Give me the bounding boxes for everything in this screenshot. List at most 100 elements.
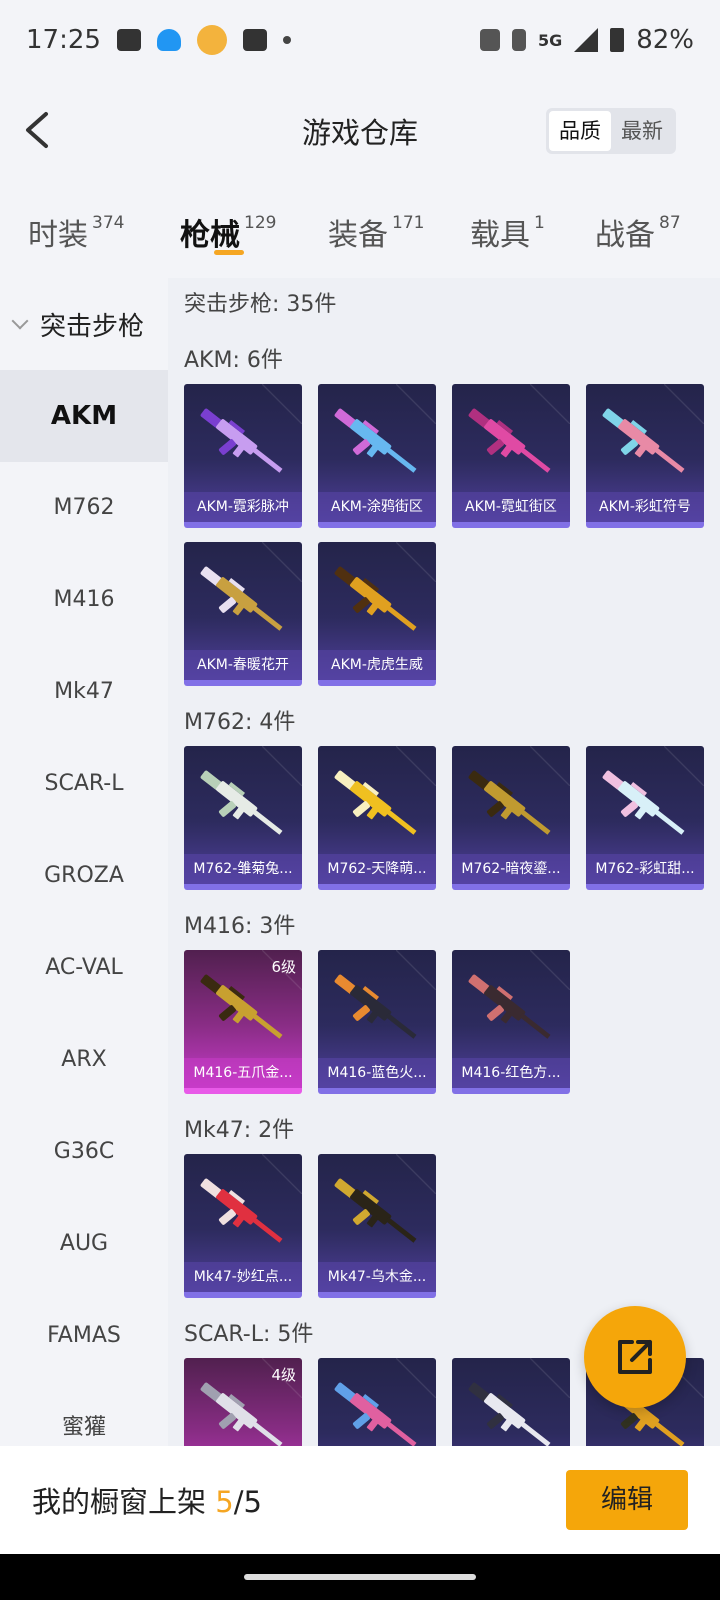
- weapon-skin-image: [200, 408, 283, 473]
- weapon-card[interactable]: AKM-彩虹符号: [586, 384, 704, 528]
- weapon-card[interactable]: M762-雏菊兔...: [184, 746, 302, 890]
- weapon-card[interactable]: 4级: [184, 1358, 302, 1446]
- status-time: 17:25: [26, 25, 101, 55]
- sidebar-group-label: 突击步枪: [40, 311, 145, 342]
- weapon-skin-image: [200, 770, 283, 835]
- inventory-content: 突击步枪: 35件 AKM: 6件 AKM-霓彩脉冲 AKM-涂鸦街区 AKM-霓虹街…: [168, 278, 720, 1446]
- weapon-skin-image: [334, 408, 417, 473]
- tab-fashion[interactable]: 时装 374: [28, 210, 124, 254]
- share-external-icon: [618, 1340, 652, 1374]
- tab-label: 时装: [28, 218, 88, 253]
- sidebar-item-groza[interactable]: GROZA: [0, 830, 168, 922]
- sidebar-item-g36c[interactable]: G36C: [0, 1106, 168, 1198]
- sidebar-item-akm[interactable]: AKM: [0, 370, 168, 462]
- weapon-skin-image: [468, 408, 551, 473]
- sidebar-item-ac-val[interactable]: AC-VAL: [0, 922, 168, 1014]
- battery-icon: [610, 28, 625, 52]
- sections: AKM: 6件 AKM-霓彩脉冲 AKM-涂鸦街区 AKM-霓虹街区 AKM-彩虹符号 A…: [184, 338, 720, 1446]
- showcase-bar: 我的橱窗上架 5/5 编辑: [0, 1446, 720, 1554]
- section-title: Mk47: 2件: [184, 1118, 295, 1143]
- category-tabs: 时装 374 枪械 129 装备 171 载具 1 战备 87: [0, 180, 720, 278]
- qq-icon: [156, 29, 181, 51]
- weapon-level-badge: 6级: [271, 958, 296, 976]
- weapon-card[interactable]: Mk47-乌木金...: [318, 1154, 436, 1298]
- sidebar-list: AKM M762 M416 Mk47 SCAR-L GROZA AC-VAL ARX G36C A…: [0, 370, 168, 1446]
- weapon-skin-image: [468, 770, 551, 835]
- message-icon: [116, 29, 141, 51]
- tab-label: 枪械: [180, 218, 240, 253]
- sidebar-item-m416[interactable]: M416: [0, 554, 168, 646]
- weapon-skin-image: [334, 1382, 417, 1446]
- weapon-card[interactable]: M762-暗夜鎏...: [452, 746, 570, 890]
- weapon-skin-image: [602, 770, 685, 835]
- weapon-skin-image: [200, 1178, 283, 1243]
- section-title: AKM: 6件: [184, 348, 283, 373]
- weapon-card[interactable]: AKM-霓虹街区: [452, 384, 570, 528]
- tab-count: 1: [534, 213, 545, 233]
- tab-firearms[interactable]: 枪械 129: [180, 210, 276, 254]
- tab-vehicles[interactable]: 载具 1: [470, 210, 545, 254]
- weapon-card[interactable]: AKM-春暖花开: [184, 542, 302, 686]
- weapon-card[interactable]: [318, 1358, 436, 1446]
- weapon-grid: AKM-霓彩脉冲 AKM-涂鸦街区 AKM-霓虹街区 AKM-彩虹符号 AKM-春暖花开…: [184, 384, 720, 686]
- weapon-skin-image: [334, 974, 417, 1039]
- signal-icon: [574, 28, 599, 52]
- weapon-skin-image: [468, 1382, 551, 1446]
- weapon-card[interactable]: [452, 1358, 570, 1446]
- weapon-grid: 6级 M416-五爪金... M416-蓝色火... M416-红色方...: [184, 950, 720, 1094]
- network-type: 5G: [537, 30, 563, 50]
- showcase-total: /5: [233, 1485, 262, 1519]
- tab-supplies[interactable]: 战备 87: [595, 210, 681, 254]
- sidebar-item-m762[interactable]: M762: [0, 462, 168, 554]
- weapon-card[interactable]: M416-蓝色火...: [318, 950, 436, 1094]
- tab-count: 87: [659, 213, 681, 233]
- share-button[interactable]: [584, 1306, 686, 1408]
- system-nav-bar: [0, 1554, 720, 1600]
- weapon-name: AKM-春暖花开: [184, 650, 302, 680]
- weapon-card[interactable]: M762-天降萌...: [318, 746, 436, 890]
- mail-icon: [242, 29, 267, 51]
- sidebar-item-aug[interactable]: AUG: [0, 1198, 168, 1290]
- game-app-icon: [196, 25, 227, 55]
- tab-label: 战备: [595, 218, 655, 253]
- weapon-card[interactable]: AKM-涂鸦街区: [318, 384, 436, 528]
- notification-dot-icon: [282, 36, 291, 44]
- chevron-down-icon: [11, 312, 29, 330]
- weapon-name: AKM-霓彩脉冲: [184, 492, 302, 522]
- weapon-name: M416-蓝色火...: [318, 1058, 436, 1088]
- weapon-skin-image: [334, 1178, 417, 1243]
- sidebar-item-mk47[interactable]: Mk47: [0, 646, 168, 738]
- weapon-skin-image: [334, 566, 417, 631]
- sidebar-item-famas[interactable]: FAMAS: [0, 1290, 168, 1382]
- sidebar-item-arx[interactable]: ARX: [0, 1014, 168, 1106]
- sidebar: 突击步枪 AKM M762 M416 Mk47 SCAR-L GROZA AC-VAL ARX…: [0, 278, 168, 1446]
- section-title: M416: 3件: [184, 914, 296, 939]
- weapon-level-badge: 4级: [271, 1366, 296, 1384]
- sort-quality-button[interactable]: 品质: [549, 111, 611, 151]
- weapon-card[interactable]: M762-彩虹甜...: [586, 746, 704, 890]
- sort-newest-button[interactable]: 最新: [611, 111, 673, 151]
- home-gesture-handle[interactable]: [244, 1574, 476, 1580]
- tab-label: 装备: [328, 218, 388, 253]
- weapon-skin-image: [334, 770, 417, 835]
- weapon-card[interactable]: AKM-霓彩脉冲: [184, 384, 302, 528]
- tab-equipment[interactable]: 装备 171: [328, 210, 424, 254]
- weapon-card[interactable]: M416-红色方...: [452, 950, 570, 1094]
- weapon-name: M762-暗夜鎏...: [452, 854, 570, 884]
- weapon-grid: M762-雏菊兔... M762-天降萌... M762-暗夜鎏... M762-彩虹…: [184, 746, 720, 890]
- weapon-name: AKM-虎虎生威: [318, 650, 436, 680]
- active-tab-indicator: [214, 250, 244, 255]
- weapon-card[interactable]: 6级 M416-五爪金...: [184, 950, 302, 1094]
- weapon-card[interactable]: AKM-虎虎生威: [318, 542, 436, 686]
- weapon-card[interactable]: Mk47-妙红点...: [184, 1154, 302, 1298]
- sidebar-item-scar-l[interactable]: SCAR-L: [0, 738, 168, 830]
- status-bar: 17:25 5G 82%: [0, 0, 720, 80]
- showcase-current: 5: [215, 1485, 234, 1519]
- sidebar-item-蜜獾[interactable]: 蜜獾: [0, 1382, 168, 1446]
- weapon-name: M762-雏菊兔...: [184, 854, 302, 884]
- weapon-skin-image: [468, 974, 551, 1039]
- edit-button[interactable]: 编辑: [566, 1470, 688, 1530]
- weapon-grid: Mk47-妙红点... Mk47-乌木金...: [184, 1154, 720, 1298]
- sidebar-group-assault-rifles[interactable]: 突击步枪: [0, 278, 168, 370]
- weapon-name: Mk47-乌木金...: [318, 1262, 436, 1292]
